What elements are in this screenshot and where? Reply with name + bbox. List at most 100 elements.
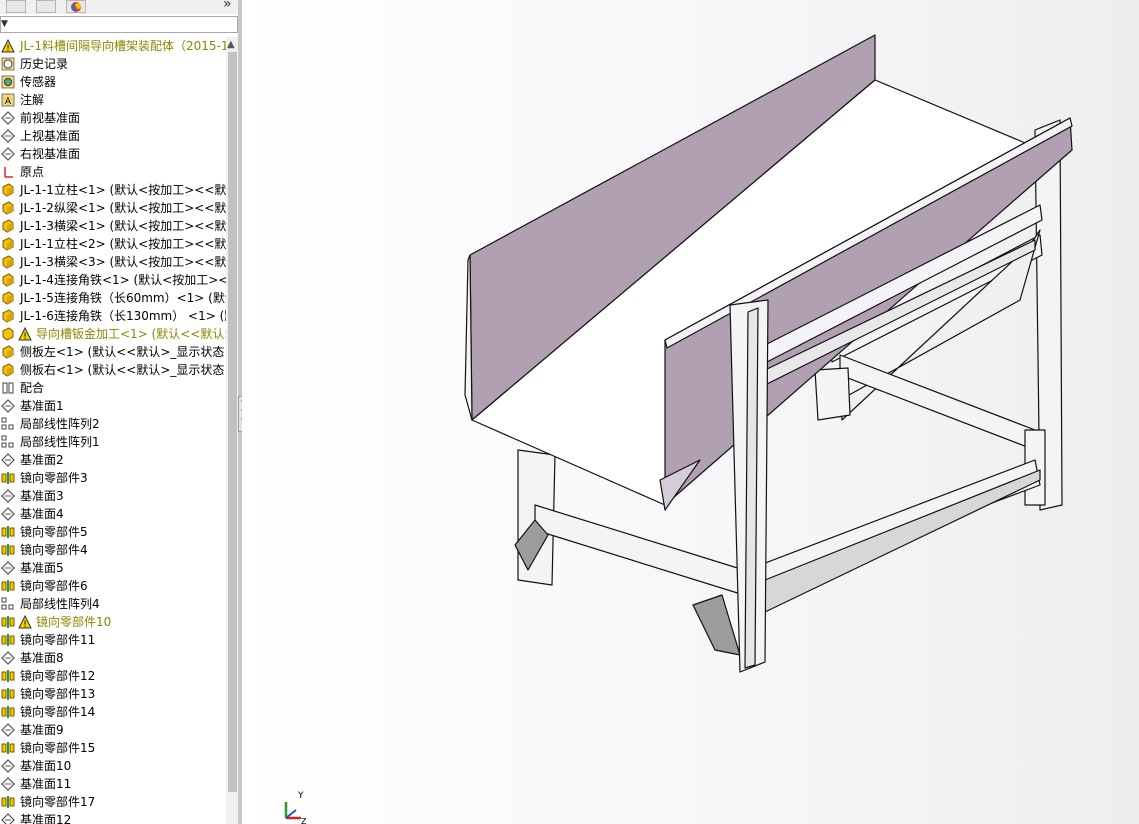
tree-item-label: 镜向零部件5 <box>20 525 88 539</box>
tree-item[interactable]: JL-1-3横梁<1> (默认<按加工><<默认 <box>0 217 226 235</box>
tree-item[interactable]: JL-1-5连接角铁（长60mm）<1> (默认 <box>0 289 226 307</box>
tree-item[interactable]: ! 导向槽钣金加工<1> (默认<<默认> <box>0 325 226 343</box>
tree-item[interactable]: JL-1-1立柱<2> (默认<按加工><<默认 <box>0 235 226 253</box>
tree-item[interactable]: 基准面4 <box>0 505 226 523</box>
feature-manager-icon[interactable] <box>6 0 26 13</box>
tree-item[interactable]: 前视基准面 <box>0 109 226 127</box>
mirror-icon <box>1 742 15 754</box>
tree-item[interactable]: 镜向零部件15 <box>0 739 226 757</box>
part-icon <box>2 219 14 233</box>
tree-item[interactable]: 镜向零部件11 <box>0 631 226 649</box>
tree-item[interactable]: 基准面2 <box>0 451 226 469</box>
tree-item-label: 镜向零部件14 <box>20 705 96 719</box>
tree-item[interactable]: 基准面12 <box>0 811 226 824</box>
assembly-model[interactable] <box>242 0 1139 824</box>
tree-scroll-thumb[interactable] <box>228 52 237 792</box>
tree-item-label: 基准面5 <box>20 561 64 575</box>
tree-item-label: 前视基准面 <box>20 111 81 125</box>
tree-item-label: 右视基准面 <box>20 147 81 161</box>
graphics-viewport[interactable]: Y Z <box>242 0 1139 824</box>
tree-item-label: 侧板右<1> (默认<<默认>_显示状态 1 <box>20 363 226 377</box>
tree-item[interactable]: 配合 <box>0 379 226 397</box>
frame-corner-bracket-right <box>692 594 741 656</box>
tree-item-label: 镜向零部件10 <box>36 615 112 629</box>
tree-item-label: 基准面3 <box>20 489 64 503</box>
tree-item[interactable]: ! 镜向零部件10 <box>0 613 226 631</box>
part-icon <box>2 345 14 359</box>
triad-y-label: Y <box>297 791 304 801</box>
tree-item[interactable]: 镜向零部件17 <box>0 793 226 811</box>
frame-back-bottom-rail <box>839 354 1036 451</box>
tree-item[interactable]: 基准面1 <box>0 397 226 415</box>
tree-item[interactable]: 镜向零部件5 <box>0 523 226 541</box>
tree-item[interactable]: JL-1-2纵梁<1> (默认<按加工><<默认 <box>0 199 226 217</box>
scroll-up-icon[interactable]: ▲ <box>227 39 235 50</box>
svg-text:!: ! <box>6 44 10 53</box>
tree-item[interactable]: JL-1-1立柱<1> (默认<按加工><<默认 <box>0 181 226 199</box>
tree-item[interactable]: 传感器 <box>0 73 226 91</box>
tree-item[interactable]: 镜向零部件14 <box>0 703 226 721</box>
expand-chevron-icon[interactable]: » <box>223 0 232 12</box>
tree-item[interactable]: 基准面8 <box>0 649 226 667</box>
tree-item[interactable]: 侧板左<1> (默认<<默认>_显示状态 1 <box>0 343 226 361</box>
tree-item[interactable]: 镜向零部件3 <box>0 469 226 487</box>
tree-item-label: 基准面9 <box>20 723 64 737</box>
part-icon <box>2 255 14 269</box>
tree-item-label: 原点 <box>20 165 45 179</box>
tree-item[interactable]: 历史记录 <box>0 55 226 73</box>
mirror-icon <box>1 670 15 682</box>
coordinate-triad-icon: Y Z <box>284 791 307 824</box>
mirror-icon <box>1 706 15 718</box>
tree-item[interactable]: 镜向零部件4 <box>0 541 226 559</box>
plane-icon <box>1 489 15 503</box>
plane-icon <box>1 651 15 665</box>
tree-item[interactable]: 局部线性阵列4 <box>0 595 226 613</box>
tree-item-label: 基准面4 <box>20 507 64 521</box>
mirror-icon <box>1 544 15 556</box>
tree-item[interactable]: JL-1-3横梁<3> (默认<按加工><<默认 <box>0 253 226 271</box>
tree-item[interactable]: 镜向零部件13 <box>0 685 226 703</box>
svg-text:!: ! <box>23 620 27 629</box>
tree-item[interactable]: 侧板右<1> (默认<<默认>_显示状态 1 <box>0 361 226 379</box>
tree-item-label: JL-1-3横梁<1> (默认<按加工><<默认 <box>20 219 226 233</box>
tree-root[interactable]: ! JL-1料槽间隔导向槽架装配体（2015-1 <box>0 37 226 55</box>
part-icon <box>2 201 14 215</box>
tree-item[interactable]: 镜向零部件6 <box>0 577 226 595</box>
tree-item[interactable]: 基准面10 <box>0 757 226 775</box>
part-icon <box>2 273 14 287</box>
part-icon <box>2 291 14 305</box>
frame-middle-short-post <box>814 367 851 421</box>
tree-item-label: JL-1-2纵梁<1> (默认<按加工><<默认 <box>20 201 226 215</box>
tree-root-label: JL-1料槽间隔导向槽架装配体（2015-1 <box>20 39 226 53</box>
tree-item[interactable]: 右视基准面 <box>0 145 226 163</box>
tree-item[interactable]: 上视基准面 <box>0 127 226 145</box>
mirror-warning-icon <box>1 616 15 628</box>
warning-icon: ! <box>18 327 32 341</box>
tree-item[interactable]: 局部线性阵列2 <box>0 415 226 433</box>
tree-item-label: 镜向零部件13 <box>20 687 96 701</box>
mirror-icon <box>1 688 15 700</box>
tree-item-label: JL-1-3横梁<3> (默认<按加工><<默认 <box>20 255 226 269</box>
mirror-icon <box>1 796 15 808</box>
tree-item[interactable]: 镜向零部件12 <box>0 667 226 685</box>
tree-item[interactable]: 原点 <box>0 163 226 181</box>
tree-item[interactable]: 基准面11 <box>0 775 226 793</box>
tree-item[interactable]: JL-1-6连接角铁（长130mm） <1> (默 <box>0 307 226 325</box>
appearance-icon[interactable] <box>66 0 86 13</box>
tree-item[interactable]: 基准面5 <box>0 559 226 577</box>
tree-item[interactable]: 局部线性阵列1 <box>0 433 226 451</box>
svg-text:A: A <box>5 97 12 107</box>
filter-caret-icon[interactable]: ▼ <box>1 19 8 29</box>
tree-item-label: 镜向零部件12 <box>20 669 96 683</box>
tree-item[interactable]: JL-1-4连接角铁<1> (默认<按加工>< <box>0 271 226 289</box>
tree-item[interactable]: 基准面3 <box>0 487 226 505</box>
plane-icon <box>1 759 15 773</box>
tree-filter-input[interactable] <box>0 16 238 33</box>
tree-item[interactable]: A 注解 <box>0 91 226 109</box>
tree-item-label: 基准面2 <box>20 453 64 467</box>
tree-item-label: JL-1-1立柱<1> (默认<按加工><<默认 <box>20 183 226 197</box>
pattern-icon <box>1 597 14 610</box>
tree-item[interactable]: 基准面9 <box>0 721 226 739</box>
property-manager-icon[interactable] <box>36 0 56 13</box>
frame-front-bottom-rail <box>534 504 761 601</box>
